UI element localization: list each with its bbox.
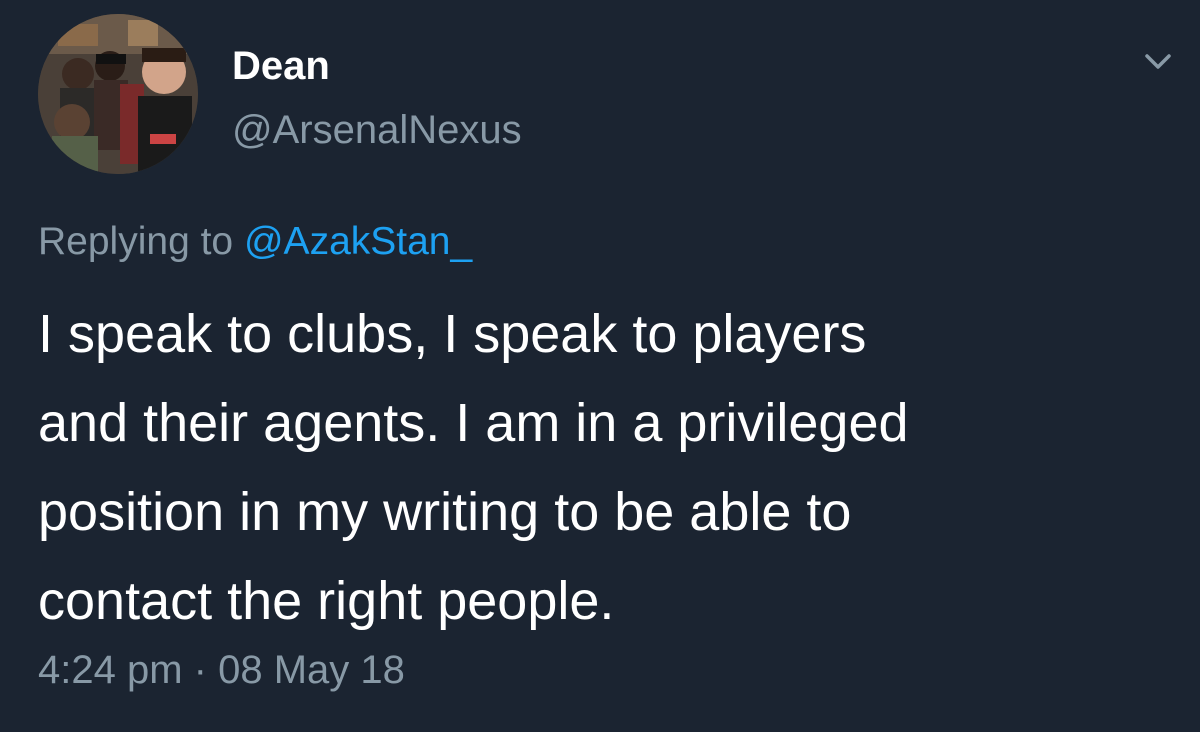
- replying-to-line: Replying to @AzakStan_: [38, 220, 472, 264]
- tweet-date: 08 May 18: [218, 648, 405, 692]
- tweet-text: I speak to clubs, I speak to players and…: [38, 290, 1168, 646]
- tweet-timestamp[interactable]: 4:24 pm · 08 May 18: [38, 648, 405, 693]
- tweet-text-line: contact the right people.: [38, 571, 615, 631]
- tweet-text-line: and their agents. I am in a privileged: [38, 393, 909, 453]
- chevron-down-icon[interactable]: [1140, 46, 1176, 76]
- tweet-text-line: position in my writing to be able to: [38, 482, 852, 542]
- timestamp-separator: ·: [193, 648, 207, 692]
- avatar[interactable]: [38, 14, 198, 174]
- reply-mention-link[interactable]: @AzakStan_: [244, 220, 472, 263]
- tweet-text-line: I speak to clubs, I speak to players: [38, 304, 867, 364]
- avatar-photo: [38, 14, 198, 174]
- tweet-time: 4:24 pm: [38, 648, 183, 692]
- tweet-card: Dean @ArsenalNexus Replying to @AzakStan…: [0, 0, 1200, 732]
- replying-to-label: Replying to: [38, 220, 234, 263]
- author-handle[interactable]: @ArsenalNexus: [232, 108, 522, 153]
- author-display-name[interactable]: Dean: [232, 44, 330, 89]
